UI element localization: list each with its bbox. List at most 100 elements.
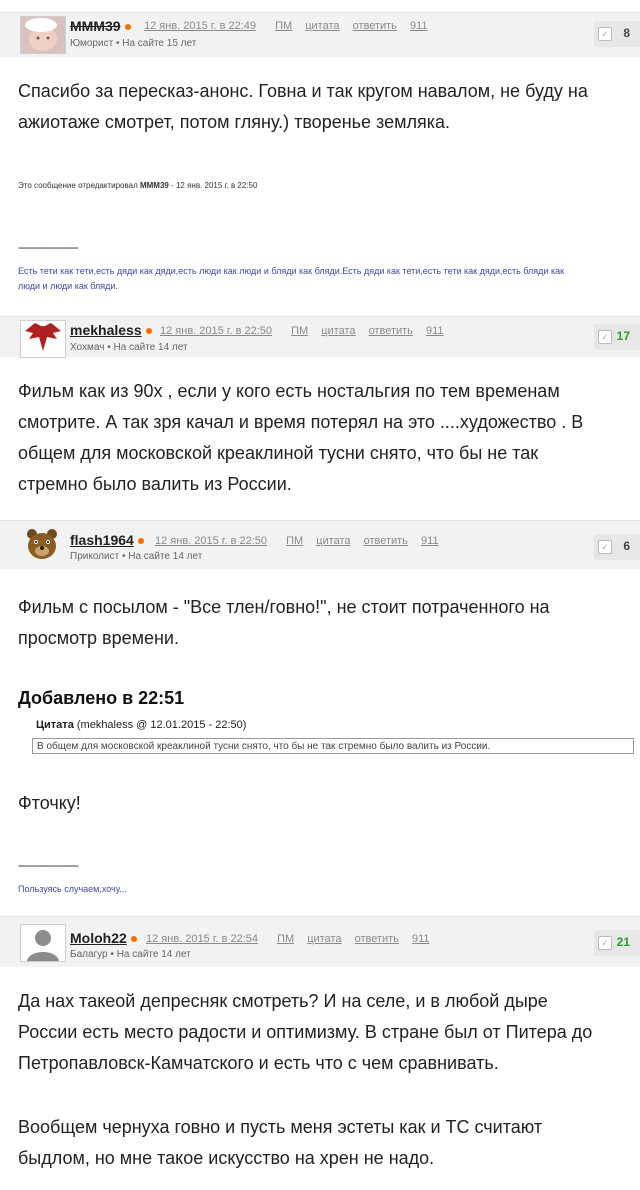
post-meta: 12 янв. 2015 г. в 22:54 ПМ цитата ответи… (146, 933, 440, 945)
username[interactable]: Moloh22 (70, 930, 137, 946)
post-text-line: Петропавловск-Камчатского и есть что с ч… (18, 1053, 499, 1073)
reply-link[interactable]: ответить (353, 20, 397, 32)
post-body: Да нах такеой депресняк смотреть? И на с… (18, 986, 592, 1079)
avatar-eagle[interactable] (20, 320, 66, 358)
edited-note: Это сообщение отредактировал MMM39 - 12 … (18, 181, 257, 190)
score-value: 17 (616, 329, 630, 343)
quote-source: (mekhaless @ 12.01.2015 - 22:50) (73, 719, 247, 731)
vote-icon[interactable]: ✓ (598, 330, 612, 344)
post-flash1964: flash1964 12 янв. 2015 г. в 22:50 ПМ цит… (0, 520, 640, 916)
user-info: Балагур • На сайте 14 лет (70, 949, 191, 960)
score-value: 6 (623, 539, 630, 553)
pm-link[interactable]: ПМ (291, 325, 308, 337)
score-value: 21 (616, 935, 630, 949)
post-text-after: Фточку! (18, 793, 81, 813)
user-rank: Балагур (70, 949, 108, 960)
username-text[interactable]: MMM39 (70, 18, 121, 34)
signature-divider: -------------------- (18, 858, 79, 872)
username-text[interactable]: mekhaless (70, 322, 142, 338)
post-body: Фильм с посылом - "Все тлен/говно!", не … (18, 592, 550, 654)
post-number-link[interactable]: 911 (426, 325, 444, 337)
separator: • (115, 38, 120, 49)
username[interactable]: flash1964 (70, 532, 144, 548)
username[interactable]: MMM39 (70, 18, 131, 34)
signature: Есть тети как тети,есть дяди как дяди,ес… (18, 264, 564, 294)
post-text-line: Да нах такеой депресняк смотреть? И на с… (18, 991, 548, 1011)
user-info: Приколист • На сайте 14 лет (70, 551, 202, 562)
user-tenure: На сайте 14 лет (116, 949, 191, 960)
avatar-bear[interactable] (20, 526, 64, 562)
score-value: 8 (623, 26, 630, 40)
reply-link[interactable]: ответить (364, 535, 408, 547)
username[interactable]: mekhaless (70, 322, 152, 338)
added-heading: Добавлено в 22:51 (18, 688, 185, 708)
edited-suffix: - 12 янв. 2015 г. в 22:50 (168, 181, 258, 190)
post-number-link[interactable]: 911 (412, 933, 430, 945)
post-text-line: Спасибо за пересказ-анонс. Говна и так к… (18, 81, 588, 101)
post-text-line: общем для московской креаклиной тусни сн… (18, 443, 539, 463)
quote-header: Цитата (mekhaless @ 12.01.2015 - 22:50) (36, 719, 246, 731)
signature: Пользуясь случаем,хочу... (18, 884, 127, 894)
pm-link[interactable]: ПМ (286, 535, 303, 547)
post-meta: 12 янв. 2015 г. в 22:49 ПМ цитата ответи… (144, 20, 438, 32)
avatar-baby[interactable] (20, 16, 66, 54)
user-tenure: На сайте 15 лет (122, 38, 197, 49)
user-rank: Приколист (70, 551, 120, 562)
post-text-line: стремно было валить из России. (18, 474, 292, 494)
online-dot (145, 328, 152, 335)
vote-icon[interactable]: ✓ (598, 27, 612, 41)
quote-label: Цитата (36, 719, 74, 731)
user-tenure: На сайте 14 лет (128, 551, 203, 562)
separator: • (110, 949, 114, 960)
avatar-default[interactable] (20, 924, 66, 962)
quote-link[interactable]: цитата (316, 535, 350, 547)
username-text[interactable]: flash1964 (70, 532, 134, 548)
user-tenure: На сайте 14 лет (113, 342, 188, 353)
edited-prefix: Это сообщение отредактировал (18, 181, 140, 190)
signature-line: Есть тети как тети,есть дяди как дяди,ес… (18, 266, 565, 276)
score-box[interactable]: ✓ 8 (594, 21, 640, 47)
quote-link[interactable]: цитата (307, 933, 341, 945)
user-rank: Хохмач (70, 342, 105, 353)
signature-divider: -------------------- (18, 240, 79, 254)
post-date-link[interactable]: 12 янв. 2015 г. в 22:49 (144, 20, 256, 32)
separator: • (121, 551, 126, 562)
post-mmm39: MMM39 12 янв. 2015 г. в 22:49 ПМ цитата … (0, 0, 640, 316)
pm-link[interactable]: ПМ (275, 20, 292, 32)
post-text-line: смотрите. А так зря качал и время потеря… (18, 412, 584, 432)
score-box[interactable]: ✓ 17 (594, 324, 640, 350)
post-text-line: Вообщем чернуха говно и пусть меня эстет… (18, 1117, 543, 1137)
user-info: Хохмач • На сайте 14 лет (70, 342, 188, 353)
post-meta: 12 янв. 2015 г. в 22:50 ПМ цитата ответи… (160, 325, 454, 337)
score-box[interactable]: ✓ 6 (594, 534, 640, 560)
username-text[interactable]: Moloh22 (70, 930, 127, 946)
post-text-line: Фильм с посылом - "Все тлен/говно!", не … (18, 597, 550, 617)
quote-link[interactable]: цитата (321, 325, 355, 337)
edited-user: MMM39 (139, 181, 169, 190)
post-moloh22: Moloh22 12 янв. 2015 г. в 22:54 ПМ цитат… (0, 916, 640, 1190)
reply-link[interactable]: ответить (369, 325, 413, 337)
post-date-link[interactable]: 12 янв. 2015 г. в 22:54 (146, 933, 258, 945)
post-text-line: Фильм как из 90х , если у кого есть ност… (18, 381, 560, 401)
vote-icon[interactable]: ✓ (598, 936, 612, 950)
post-text-line: быдлом, но мне такое искусство на хрен н… (18, 1148, 435, 1168)
post-date-link[interactable]: 12 янв. 2015 г. в 22:50 (155, 535, 267, 547)
online-dot (130, 936, 137, 943)
post-text-line: России есть место радости и оптимизму. В… (18, 1022, 593, 1042)
signature-line: люди и люди как бляди. (18, 281, 118, 291)
post-date-link[interactable]: 12 янв. 2015 г. в 22:50 (160, 325, 272, 337)
user-info: Юморист • На сайте 15 лет (70, 38, 196, 49)
post-body-2: Вообщем чернуха говно и пусть меня эстет… (18, 1112, 542, 1174)
vote-icon[interactable]: ✓ (598, 540, 612, 554)
separator: • (107, 342, 111, 353)
post-mekhaless: mekhaless 12 янв. 2015 г. в 22:50 ПМ цит… (0, 316, 640, 516)
post-body: Спасибо за пересказ-анонс. Говна и так к… (18, 76, 588, 138)
post-text-line: просмотр времени. (18, 628, 179, 648)
quote-link[interactable]: цитата (305, 20, 339, 32)
post-number-link[interactable]: 911 (421, 535, 439, 547)
quote-block: В общем для московской креаклиной тусни … (32, 738, 634, 754)
pm-link[interactable]: ПМ (277, 933, 294, 945)
post-number-link[interactable]: 911 (410, 20, 428, 32)
reply-link[interactable]: ответить (355, 933, 399, 945)
score-box[interactable]: ✓ 21 (594, 930, 640, 956)
